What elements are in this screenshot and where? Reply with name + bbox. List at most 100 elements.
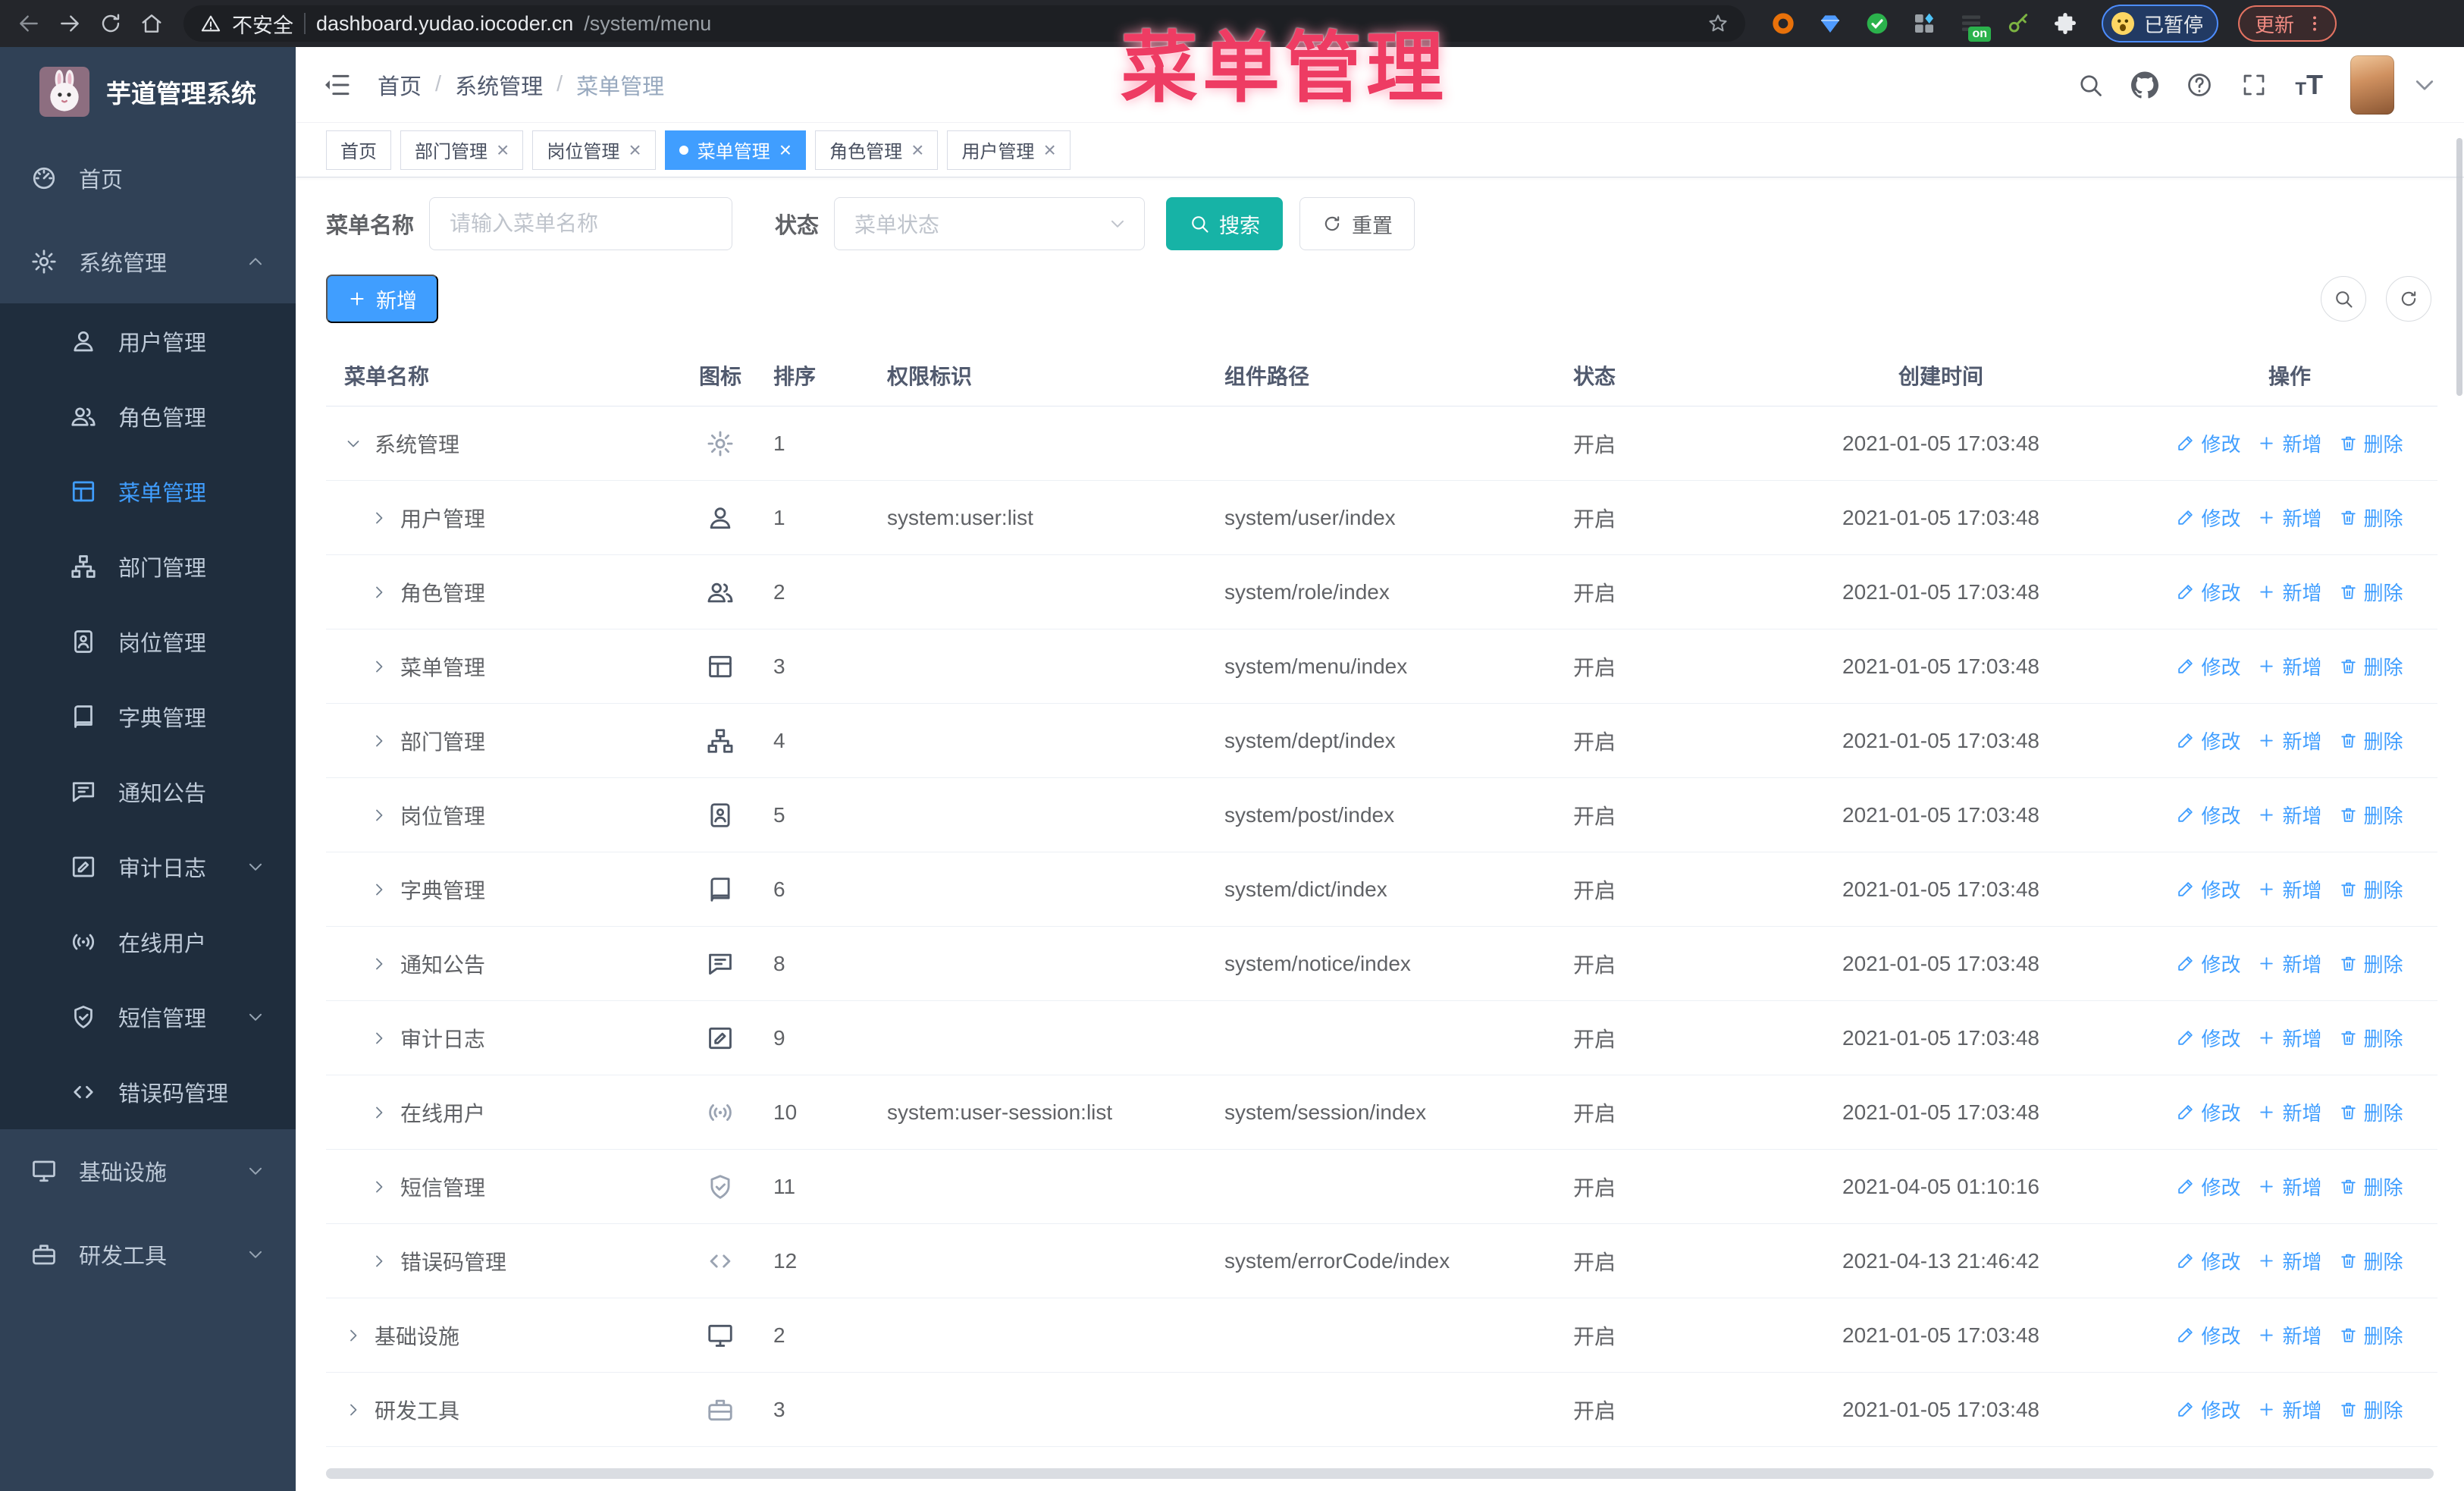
delete-link[interactable]: 删除: [2339, 727, 2403, 755]
chevron-right-icon[interactable]: [370, 955, 388, 973]
fullscreen-icon[interactable]: [2240, 71, 2268, 99]
chevron-right-icon[interactable]: [370, 880, 388, 899]
tab-home[interactable]: 首页: [326, 130, 391, 170]
add-link[interactable]: 新增: [2257, 801, 2322, 829]
chevron-right-icon[interactable]: [370, 1252, 388, 1270]
tab-post[interactable]: 岗位管理 ×: [532, 130, 656, 170]
delete-link[interactable]: 删除: [2339, 504, 2403, 532]
add-link[interactable]: 新增: [2257, 504, 2322, 532]
font-size-icon[interactable]: TT: [2295, 71, 2323, 99]
sidebar-item-errorcode[interactable]: 错误码管理: [0, 1054, 296, 1129]
avatar[interactable]: [2350, 55, 2394, 115]
vertical-scrollbar[interactable]: [2456, 138, 2462, 396]
delete-link[interactable]: 删除: [2339, 1321, 2403, 1349]
extensions-puzzle-icon[interactable]: [2050, 8, 2080, 39]
sidebar-item-sms[interactable]: 短信管理: [0, 979, 296, 1054]
edit-link[interactable]: 修改: [2176, 1024, 2240, 1052]
edit-link[interactable]: 修改: [2176, 1321, 2240, 1349]
add-link[interactable]: 新增: [2257, 727, 2322, 755]
sidebar-item-menu[interactable]: 菜单管理: [0, 454, 296, 529]
toggle-search-button[interactable]: [2321, 276, 2366, 322]
edit-link[interactable]: 修改: [2176, 875, 2240, 903]
chevron-right-icon[interactable]: [370, 509, 388, 527]
edit-link[interactable]: 修改: [2176, 801, 2240, 829]
sidebar-item-auditlog[interactable]: 审计日志: [0, 829, 296, 904]
sidebar-item-system[interactable]: 系统管理: [0, 220, 296, 303]
close-icon[interactable]: ×: [629, 139, 641, 161]
add-link[interactable]: 新增: [2257, 1247, 2322, 1275]
extension-tabs-icon[interactable]: on: [1956, 8, 1991, 42]
browser-reload-button[interactable]: [94, 7, 127, 40]
tab-role[interactable]: 角色管理 ×: [815, 130, 939, 170]
delete-link[interactable]: 删除: [2339, 578, 2403, 606]
horizontal-scrollbar[interactable]: [326, 1468, 2434, 1479]
sidebar-item-dict[interactable]: 字典管理: [0, 679, 296, 754]
sidebar-item-online[interactable]: 在线用户: [0, 904, 296, 979]
sidebar-item-tool[interactable]: 研发工具: [0, 1213, 296, 1296]
help-icon[interactable]: [2186, 71, 2213, 99]
chevron-right-icon[interactable]: [344, 1326, 362, 1345]
sidebar-item-role[interactable]: 角色管理: [0, 378, 296, 454]
reset-button[interactable]: 重置: [1299, 197, 1415, 250]
chevron-right-icon[interactable]: [370, 732, 388, 750]
add-link[interactable]: 新增: [2257, 875, 2322, 903]
edit-link[interactable]: 修改: [2176, 652, 2240, 680]
chevron-right-icon[interactable]: [370, 806, 388, 824]
chevron-right-icon[interactable]: [370, 583, 388, 601]
edit-link[interactable]: 修改: [2176, 950, 2240, 978]
tab-user[interactable]: 用户管理 ×: [947, 130, 1071, 170]
extension-key-icon[interactable]: [2003, 8, 2033, 39]
add-link[interactable]: 新增: [2257, 1395, 2322, 1424]
edit-link[interactable]: 修改: [2176, 727, 2240, 755]
chevron-right-icon[interactable]: [370, 1029, 388, 1047]
user-menu-caret-icon[interactable]: [2411, 71, 2438, 99]
tab-dept[interactable]: 部门管理 ×: [400, 130, 524, 170]
browser-forward-button[interactable]: [53, 7, 86, 40]
browser-back-button[interactable]: [12, 7, 45, 40]
delete-link[interactable]: 删除: [2339, 1024, 2403, 1052]
chevron-right-icon[interactable]: [370, 658, 388, 676]
chevron-down-icon[interactable]: [344, 435, 362, 453]
bookmark-star-icon[interactable]: [1707, 13, 1729, 34]
browser-home-button[interactable]: [135, 7, 168, 40]
extension-donut-icon[interactable]: [1768, 8, 1798, 39]
add-link[interactable]: 新增: [2257, 950, 2322, 978]
edit-link[interactable]: 修改: [2176, 429, 2240, 457]
sidebar-item-home[interactable]: 首页: [0, 137, 296, 220]
header-search-icon[interactable]: [2077, 71, 2104, 99]
edit-link[interactable]: 修改: [2176, 504, 2240, 532]
edit-link[interactable]: 修改: [2176, 578, 2240, 606]
chevron-right-icon[interactable]: [370, 1103, 388, 1122]
sidebar-item-infra[interactable]: 基础设施: [0, 1129, 296, 1213]
delete-link[interactable]: 删除: [2339, 429, 2403, 457]
sidebar-item-post[interactable]: 岗位管理: [0, 604, 296, 679]
status-select[interactable]: 菜单状态: [834, 197, 1146, 250]
chevron-right-icon[interactable]: [370, 1178, 388, 1196]
github-icon[interactable]: [2131, 71, 2158, 99]
add-link[interactable]: 新增: [2257, 1024, 2322, 1052]
extension-gem-icon[interactable]: [1815, 8, 1845, 39]
edit-link[interactable]: 修改: [2176, 1247, 2240, 1275]
delete-link[interactable]: 删除: [2339, 1395, 2403, 1424]
delete-link[interactable]: 删除: [2339, 652, 2403, 680]
close-icon[interactable]: ×: [911, 139, 923, 161]
refresh-table-button[interactable]: [2386, 276, 2431, 322]
delete-link[interactable]: 删除: [2339, 1098, 2403, 1126]
menu-name-input[interactable]: [429, 197, 733, 250]
edit-link[interactable]: 修改: [2176, 1098, 2240, 1126]
tab-menu[interactable]: 菜单管理 ×: [664, 130, 807, 170]
add-link[interactable]: 新增: [2257, 652, 2322, 680]
sidebar-item-notice[interactable]: 通知公告: [0, 754, 296, 829]
close-icon[interactable]: ×: [1043, 139, 1055, 161]
close-icon[interactable]: ×: [497, 139, 509, 161]
add-link[interactable]: 新增: [2257, 429, 2322, 457]
add-link[interactable]: 新增: [2257, 1098, 2322, 1126]
update-button[interactable]: 更新: [2238, 5, 2337, 42]
edit-link[interactable]: 修改: [2176, 1172, 2240, 1201]
add-link[interactable]: 新增: [2257, 578, 2322, 606]
edit-link[interactable]: 修改: [2176, 1395, 2240, 1424]
sidebar-item-dept[interactable]: 部门管理: [0, 529, 296, 604]
address-bar[interactable]: 不安全 dashboard.yudao.iocoder.cn/system/me…: [183, 5, 1745, 42]
add-button[interactable]: 新增: [326, 275, 438, 323]
extension-grid-icon[interactable]: [1909, 8, 1939, 39]
